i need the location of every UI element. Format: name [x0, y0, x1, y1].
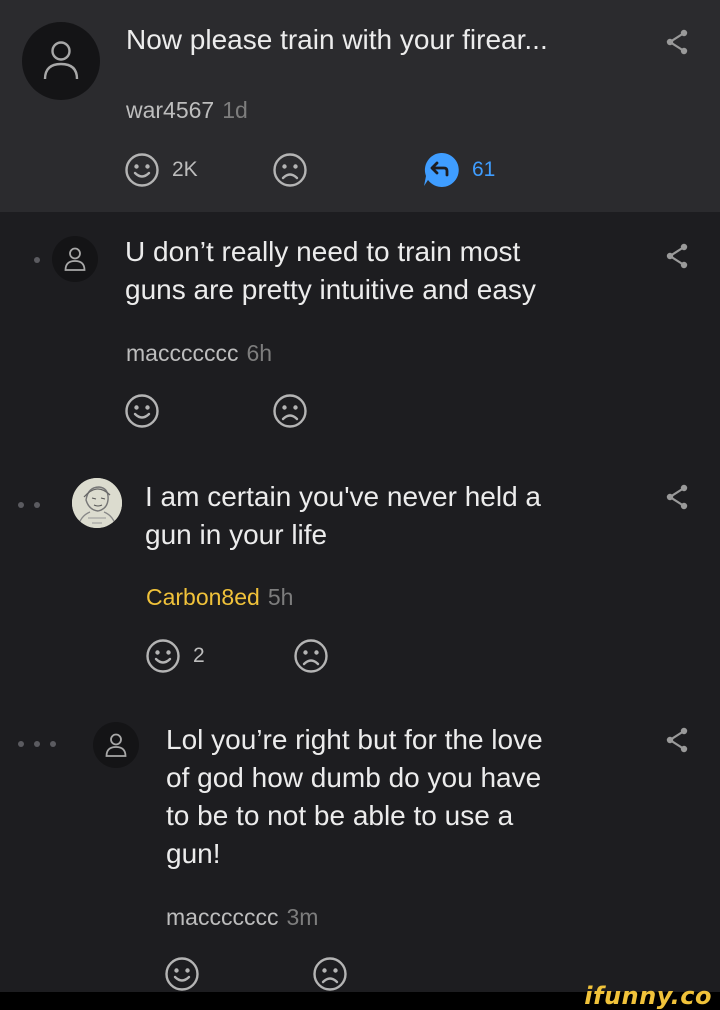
comment-meta: maccccccc 3m [166, 904, 318, 931]
comment-avatar[interactable] [52, 236, 98, 282]
thread-depth-dot [34, 502, 40, 508]
thread-depth-indicator [18, 741, 56, 747]
post-frown-button[interactable] [272, 152, 308, 188]
comment-frown-button[interactable] [293, 638, 329, 674]
post-username[interactable]: war4567 [126, 97, 214, 123]
comment-smile-count: 2 [193, 644, 205, 667]
share-icon[interactable] [664, 726, 690, 754]
ifunny-watermark: ifunny.co [584, 982, 712, 1010]
sketch-avatar-image [72, 478, 122, 528]
share-icon[interactable] [664, 483, 690, 511]
comment-text: I am certain you've never held a gun in … [145, 478, 541, 554]
thread-depth-dot [18, 741, 24, 747]
comment-text-line: to be to not be able to use a [166, 800, 514, 831]
smile-icon [125, 394, 159, 428]
frown-icon [294, 639, 328, 673]
comment-avatar[interactable] [93, 722, 139, 768]
thread-depth-dot [50, 741, 56, 747]
thread-depth-indicator [18, 502, 40, 508]
comment-frown-button[interactable] [272, 393, 308, 429]
comment-username[interactable]: maccccccc [126, 340, 238, 366]
frown-icon [313, 957, 347, 991]
comment-smile-button[interactable] [124, 393, 172, 429]
comment-meta: maccccccc 6h [126, 340, 272, 367]
comment-text-line: U don’t really need to train most [125, 236, 521, 267]
share-icon[interactable] [664, 242, 690, 270]
post-author-avatar[interactable] [22, 22, 100, 100]
comment-text-line: I am certain you've never held a [145, 481, 542, 512]
comment-text-line: of god how dumb do you have [166, 762, 542, 793]
comment-text-line: gun in your life [145, 519, 328, 550]
thread-depth-dot [34, 257, 40, 263]
post-meta: war4567 1d [126, 97, 248, 124]
smile-icon [165, 957, 199, 991]
thread-depth-dot [18, 502, 24, 508]
smile-icon [146, 639, 180, 673]
comment-frown-button[interactable] [312, 956, 348, 992]
smile-icon [125, 153, 159, 187]
comment-smile-button[interactable] [164, 956, 212, 992]
comment-meta: Carbon8ed 5h [146, 584, 293, 611]
user-placeholder-icon [43, 41, 79, 80]
comment-username[interactable]: maccccccc [166, 904, 278, 930]
thread-depth-indicator [34, 257, 40, 263]
thread-depth-dot [34, 741, 40, 747]
comment-age: 3m [286, 904, 319, 930]
user-placeholder-icon [64, 247, 86, 271]
comment-text-line: Lol you’re right but for the love [166, 724, 543, 755]
reply-icon [424, 152, 459, 187]
comment-avatar[interactable] [72, 478, 122, 528]
post-title[interactable]: Now please train with your firear... [126, 21, 548, 59]
comment-text-line: gun! [166, 838, 221, 869]
post-age: 1d [222, 97, 248, 123]
comment-smile-button[interactable]: 2 [145, 638, 205, 674]
comment-username[interactable]: Carbon8ed [146, 584, 260, 610]
comment-text: Lol you’re right but for the love of god… [166, 721, 543, 873]
frown-icon [273, 394, 307, 428]
user-placeholder-icon [105, 733, 127, 757]
post-smile-count: 2K [172, 158, 198, 181]
post-smile-button[interactable]: 2K [124, 152, 198, 188]
share-icon[interactable] [664, 28, 690, 56]
comment-text: U don’t really need to train most guns a… [125, 233, 536, 309]
frown-icon [273, 153, 307, 187]
comment-age: 6h [246, 340, 273, 366]
post-replies-button[interactable]: 61 [422, 151, 495, 189]
post-reply-count: 61 [472, 158, 496, 181]
comment-age: 5h [267, 584, 294, 610]
comment-text-line: guns are pretty intuitive and easy [125, 274, 536, 305]
